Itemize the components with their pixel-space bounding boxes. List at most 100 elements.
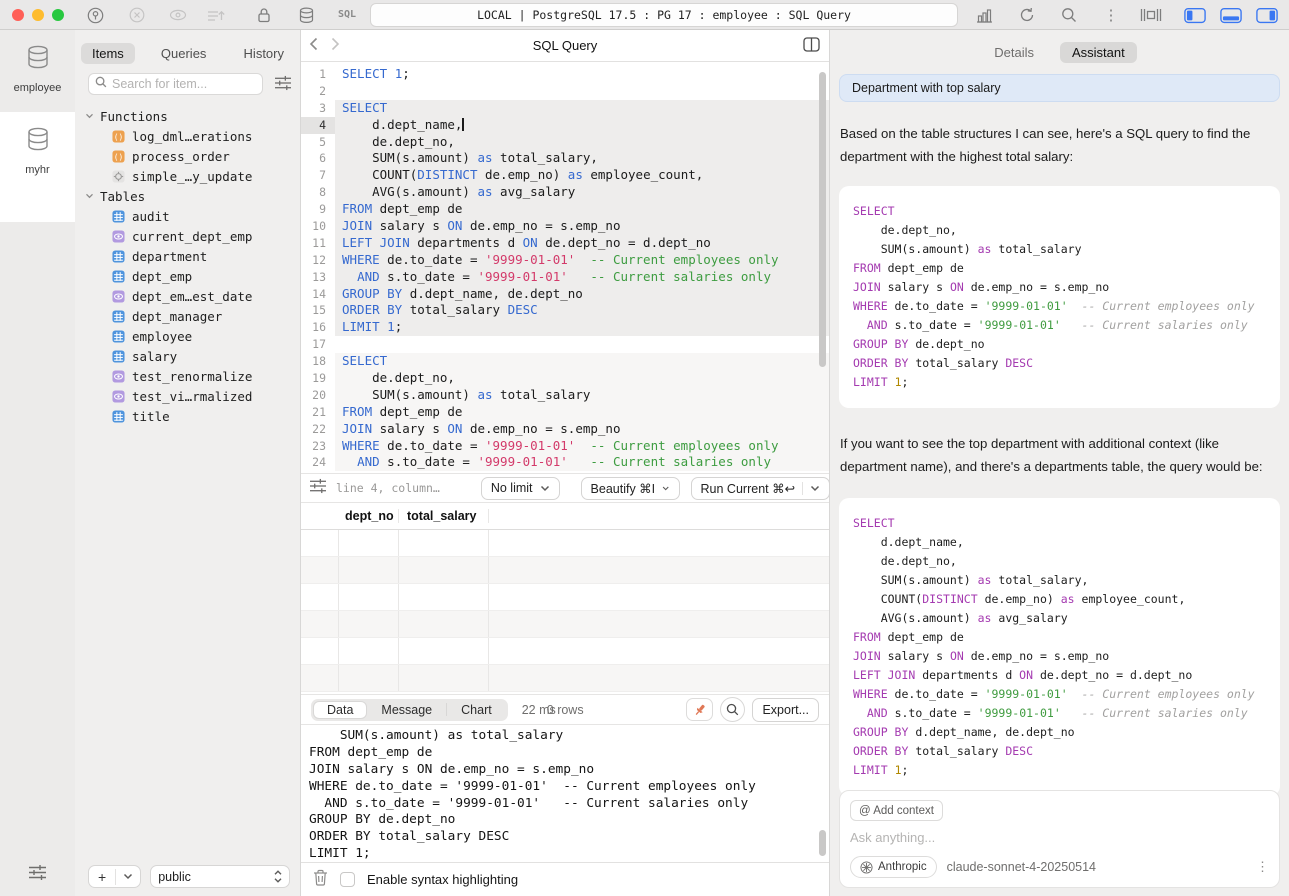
tab-assistant[interactable]: Assistant [1060, 42, 1137, 63]
export-list-icon[interactable] [205, 4, 227, 26]
editor-line[interactable]: 24 AND s.to_date = '9999-01-01' -- Curre… [301, 454, 829, 471]
editor-line[interactable]: 11LEFT JOIN departments d ON de.dept_no … [301, 235, 829, 252]
tree-section-functions[interactable]: Functions [85, 106, 295, 126]
lock-icon[interactable] [253, 4, 275, 26]
refresh-icon[interactable] [1016, 4, 1038, 26]
add-context-chip[interactable]: @ Add context [850, 800, 943, 821]
editor-line[interactable]: 15ORDER BY total_salary DESC [301, 302, 829, 319]
editor-line[interactable]: 23WHERE de.to_date = '9999-01-01' -- Cur… [301, 438, 829, 455]
forward-chevron-icon[interactable] [331, 37, 340, 54]
search-icon[interactable] [1058, 4, 1080, 26]
editor-line[interactable]: 17 [301, 336, 829, 353]
more-icon[interactable]: ⋮ [1256, 859, 1269, 875]
limit-dropdown[interactable]: No limit [481, 477, 560, 500]
column-header-total_salary[interactable]: total_salary [399, 509, 489, 523]
editor-line[interactable]: 20 SUM(s.amount) as total_salary [301, 387, 829, 404]
sidebar-item-dept_emest_date[interactable]: dept_em…est_date [85, 286, 295, 306]
chart-icon[interactable] [973, 4, 995, 26]
editor-line[interactable]: 3SELECT [301, 100, 829, 117]
sidebar-item-test_renormalize[interactable]: test_renormalize [85, 366, 295, 386]
editor-scrollbar[interactable] [819, 72, 826, 367]
editor-line[interactable]: 22JOIN salary s ON de.emp_no = s.emp_no [301, 421, 829, 438]
sidebar-item-employee[interactable]: employee [85, 326, 295, 346]
editor-line[interactable]: 9FROM dept_emp de [301, 201, 829, 218]
editor-line[interactable]: 12WHERE de.to_date = '9999-01-01' -- Cur… [301, 252, 829, 269]
table-row[interactable] [301, 584, 829, 611]
sidebar-item-department[interactable]: department [85, 246, 295, 266]
filter-sliders-icon[interactable] [28, 864, 47, 886]
search-input[interactable]: Search for item... [88, 73, 263, 95]
editor-line[interactable]: 10JOIN salary s ON de.emp_no = s.emp_no [301, 218, 829, 235]
table-row[interactable] [301, 665, 829, 692]
search-results-button[interactable] [720, 697, 745, 722]
panel-bottom-toggle[interactable] [1220, 4, 1242, 26]
editor-line[interactable]: 7 COUNT(DISTINCT de.emp_no) as employee_… [301, 167, 829, 184]
tab-data[interactable]: Data [313, 701, 367, 719]
sidebar-item-salary[interactable]: salary [85, 346, 295, 366]
filter-sliders-icon[interactable] [309, 478, 327, 499]
tab-message[interactable]: Message [367, 701, 446, 719]
sidebar-item-log_dmlerations[interactable]: ()log_dml…erations [85, 126, 295, 146]
plus-icon[interactable]: + [89, 869, 116, 885]
center-layout-icon[interactable] [1140, 4, 1162, 26]
back-chevron-icon[interactable] [309, 37, 318, 54]
syntax-highlighting-checkbox[interactable] [340, 872, 355, 887]
editor-line[interactable]: 21FROM dept_emp de [301, 404, 829, 421]
sidebar-item-simple_y_update[interactable]: simple_…y_update [85, 166, 295, 186]
pin-results-button[interactable] [686, 698, 713, 721]
table-row[interactable] [301, 638, 829, 665]
sidebar-item-title[interactable]: title [85, 406, 295, 426]
ask-input-placeholder[interactable]: Ask anything... [850, 830, 1269, 845]
results-grid[interactable]: dept_nototal_salary [301, 503, 829, 694]
editor-line[interactable]: 13 AND s.to_date = '9999-01-01' -- Curre… [301, 269, 829, 286]
editor-line[interactable]: 4 d.dept_name, [301, 117, 829, 134]
chevron-down-icon[interactable] [116, 873, 140, 880]
sql-editor[interactable]: 1SELECT 1;23SELECT4 d.dept_name,5 de.dep… [301, 62, 829, 473]
editor-line[interactable]: 2 [301, 83, 829, 100]
chevron-down-icon[interactable] [85, 193, 94, 199]
filter-sliders-icon[interactable] [274, 75, 292, 96]
editor-line[interactable]: 16LIMIT 1; [301, 319, 829, 336]
panel-right-toggle[interactable] [1256, 4, 1278, 26]
minimize-window-button[interactable] [32, 9, 44, 21]
beautify-button[interactable]: Beautify ⌘I [581, 477, 680, 500]
table-row[interactable] [301, 530, 829, 557]
log-scrollbar[interactable] [819, 830, 826, 856]
sidebar-item-audit[interactable]: audit [85, 206, 295, 226]
close-window-button[interactable] [12, 9, 24, 21]
editor-line[interactable]: 18SELECT [301, 353, 829, 370]
table-row[interactable] [301, 611, 829, 638]
connection-title[interactable]: LOCAL | PostgreSQL 17.5 : PG 17 : employ… [370, 3, 958, 27]
editor-line[interactable]: 19 de.dept_no, [301, 370, 829, 387]
tab-chart[interactable]: Chart [447, 701, 506, 719]
column-header-dept_no[interactable]: dept_no [339, 509, 399, 523]
connection-employee[interactable]: employee [0, 30, 75, 94]
tab-queries[interactable]: Queries [150, 43, 218, 64]
editor-line[interactable]: 8 AVG(s.amount) as avg_salary [301, 184, 829, 201]
close-circle-icon[interactable] [126, 4, 148, 26]
tab-items[interactable]: Items [81, 43, 135, 64]
editor-line[interactable]: 14GROUP BY d.dept_name, de.dept_no [301, 286, 829, 303]
panel-left-toggle[interactable] [1184, 4, 1206, 26]
schema-select[interactable]: public [150, 865, 290, 888]
trash-icon[interactable] [313, 869, 328, 891]
table-row[interactable] [301, 557, 829, 584]
split-view-icon[interactable] [803, 37, 820, 55]
editor-tab-title[interactable]: SQL Query [533, 38, 598, 53]
sidebar-item-dept_manager[interactable]: dept_manager [85, 306, 295, 326]
sidebar-item-test_virmalized[interactable]: test_vi…rmalized [85, 386, 295, 406]
run-current-button[interactable]: Run Current ⌘↩ [691, 477, 831, 500]
editor-line[interactable]: 1SELECT 1; [301, 66, 829, 83]
export-button[interactable]: Export... [752, 698, 819, 722]
message-log[interactable]: SUM(s.amount) as total_salaryFROM dept_e… [301, 724, 829, 862]
connection-myhr[interactable]: myhr [0, 112, 75, 222]
tab-details[interactable]: Details [982, 42, 1046, 63]
assistant-composer[interactable]: @ Add context Ask anything... Anthropic … [839, 790, 1280, 888]
sidebar-item-process_order[interactable]: ()process_order [85, 146, 295, 166]
eye-icon[interactable] [167, 4, 189, 26]
sidebar-item-current_dept_emp[interactable]: current_dept_emp [85, 226, 295, 246]
more-icon[interactable]: ⋮ [1100, 4, 1122, 26]
tree-section-tables[interactable]: Tables [85, 186, 295, 206]
zoom-window-button[interactable] [52, 9, 64, 21]
pin-circle-icon[interactable] [84, 4, 106, 26]
